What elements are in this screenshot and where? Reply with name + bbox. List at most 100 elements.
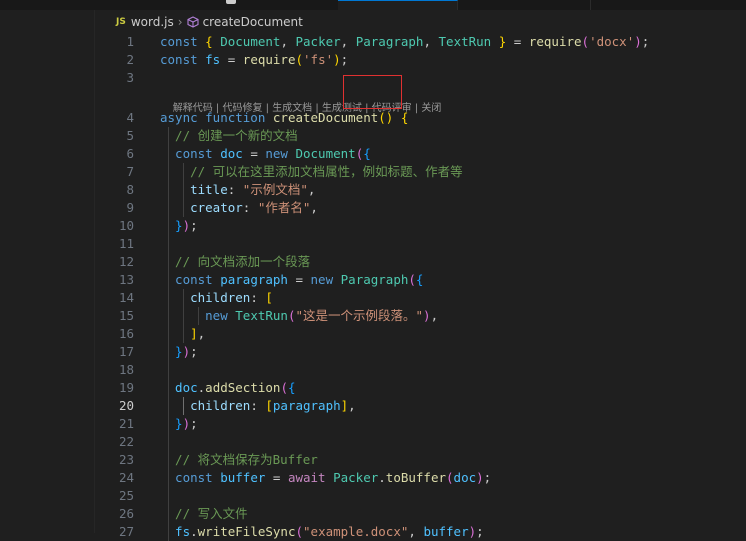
code-token: ; xyxy=(484,470,492,485)
indent-guide xyxy=(183,289,184,343)
code-line[interactable]: 7 // 可以在这里添加文档属性，例如标题、作者等 xyxy=(94,163,746,181)
code-line[interactable]: 25 xyxy=(94,487,746,505)
code-text: const paragraph = new Paragraph({ xyxy=(160,271,423,289)
code-token: buffer xyxy=(423,524,468,539)
code-token: ; xyxy=(642,34,650,49)
javascript-file-icon: JS xyxy=(116,17,126,27)
code-line[interactable]: 23 // 将文档保存为Buffer xyxy=(94,451,746,469)
code-line[interactable]: 13 const paragraph = new Paragraph({ xyxy=(94,271,746,289)
side-panel xyxy=(0,10,95,533)
code-line[interactable]: 21 }); xyxy=(94,415,746,433)
line-number: 11 xyxy=(94,235,134,253)
code-token: , xyxy=(280,34,295,49)
code-line[interactable]: 24 const buffer = await Packer.toBuffer(… xyxy=(94,469,746,487)
line-number: 13 xyxy=(94,271,134,289)
code-token: ; xyxy=(190,416,198,431)
code-token: , xyxy=(341,34,356,49)
code-text: fs.writeFileSync("example.docx", buffer)… xyxy=(160,523,484,541)
code-token: = xyxy=(288,272,311,287)
code-token: toBuffer xyxy=(386,470,446,485)
editor-tab-active[interactable] xyxy=(338,0,458,10)
code-line[interactable]: 10 }); xyxy=(94,217,746,235)
code-line[interactable]: 6 const doc = new Document({ xyxy=(94,145,746,163)
code-token: { xyxy=(288,380,296,395)
code-line[interactable]: 14 children: [ xyxy=(94,289,746,307)
code-text: children: [paragraph], xyxy=(160,397,356,415)
code-token: Document xyxy=(295,146,355,161)
method-cube-icon xyxy=(187,16,199,28)
code-line[interactable]: 5 // 创建一个新的文档 xyxy=(94,127,746,145)
code-line[interactable]: 4async function createDocument() { xyxy=(94,109,746,127)
code-token: Packer xyxy=(296,34,341,49)
code-line[interactable]: 27 fs.writeFileSync("example.docx", buff… xyxy=(94,523,746,541)
indent-guide xyxy=(168,127,169,541)
code-token: ) xyxy=(476,470,484,485)
code-token: children xyxy=(160,398,250,413)
code-token: TextRun xyxy=(439,34,492,49)
line-number: 24 xyxy=(94,469,134,487)
code-token: } xyxy=(160,344,183,359)
line-number: 26 xyxy=(94,505,134,523)
code-token: : xyxy=(243,200,258,215)
code-line[interactable]: 20 children: [paragraph], xyxy=(94,397,746,415)
editor-tab[interactable] xyxy=(0,0,95,10)
editor-tab-bar xyxy=(0,0,746,10)
line-number: 2 xyxy=(94,51,134,69)
editor-tab[interactable] xyxy=(458,0,591,10)
code-token: doc xyxy=(454,470,477,485)
code-token: 'fs' xyxy=(303,52,333,67)
code-token: "这是一个示例段落。" xyxy=(295,308,423,323)
code-editor[interactable]: 解释代码 | 代码修复 | 生成文档 | 生成测试 | 代码评审 | 关闭 1c… xyxy=(94,33,746,533)
code-token: , xyxy=(423,34,438,49)
line-number: 27 xyxy=(94,523,134,541)
code-line[interactable]: 11 xyxy=(94,235,746,253)
code-token: { xyxy=(205,34,220,49)
code-line[interactable]: 8 title: "示例文档", xyxy=(94,181,746,199)
line-number: 7 xyxy=(94,163,134,181)
code-text: creator: "作者名", xyxy=(160,199,318,217)
code-line[interactable]: 1const { Document, Packer, Paragraph, Te… xyxy=(94,33,746,51)
code-token: . xyxy=(378,470,386,485)
code-token: ; xyxy=(190,218,198,233)
code-token: children xyxy=(160,290,250,305)
line-number: 15 xyxy=(94,307,134,325)
line-number: 17 xyxy=(94,343,134,361)
line-number: 21 xyxy=(94,415,134,433)
code-line[interactable]: 19 doc.addSection({ xyxy=(94,379,746,397)
code-line[interactable]: 22 xyxy=(94,433,746,451)
code-token: Document xyxy=(220,34,280,49)
code-token: [ xyxy=(265,398,273,413)
code-token: const xyxy=(160,52,205,67)
line-number: 18 xyxy=(94,361,134,379)
code-line[interactable]: 3 xyxy=(94,69,746,87)
code-token: async function xyxy=(160,110,273,125)
code-text: new TextRun("这是一个示例段落。"), xyxy=(160,307,438,325)
code-line[interactable]: 16 ], xyxy=(94,325,746,343)
code-line[interactable]: 18 xyxy=(94,361,746,379)
code-token: ) xyxy=(183,416,191,431)
code-token: ( xyxy=(408,272,416,287)
code-text: const buffer = await Packer.toBuffer(doc… xyxy=(160,469,491,487)
code-line[interactable]: 26 // 写入文件 xyxy=(94,505,746,523)
code-token: : xyxy=(250,290,265,305)
code-token: ; xyxy=(476,524,484,539)
code-text: // 可以在这里添加文档属性，例如标题、作者等 xyxy=(160,163,463,181)
code-token: { xyxy=(416,272,424,287)
code-text: }); xyxy=(160,343,198,361)
editor-tab[interactable] xyxy=(94,0,213,10)
breadcrumb-file[interactable]: word.js xyxy=(131,15,174,29)
code-line[interactable]: 2const fs = require('fs'); xyxy=(94,51,746,69)
code-line[interactable]: 15 new TextRun("这是一个示例段落。"), xyxy=(94,307,746,325)
code-text: // 写入文件 xyxy=(160,505,248,523)
code-line[interactable]: 17 }); xyxy=(94,343,746,361)
code-token: [ xyxy=(265,290,273,305)
code-token: = xyxy=(506,34,529,49)
code-line[interactable]: 12 // 向文档添加一个段落 xyxy=(94,253,746,271)
code-line[interactable]: 9 creator: "作者名", xyxy=(94,199,746,217)
code-token: // 可以在这里添加文档属性，例如标题、作者等 xyxy=(160,164,463,179)
breadcrumb-symbol[interactable]: createDocument xyxy=(203,15,303,29)
code-token: Paragraph xyxy=(356,34,424,49)
code-token: ) xyxy=(469,524,477,539)
code-token: = xyxy=(243,146,266,161)
code-token: const xyxy=(160,470,220,485)
